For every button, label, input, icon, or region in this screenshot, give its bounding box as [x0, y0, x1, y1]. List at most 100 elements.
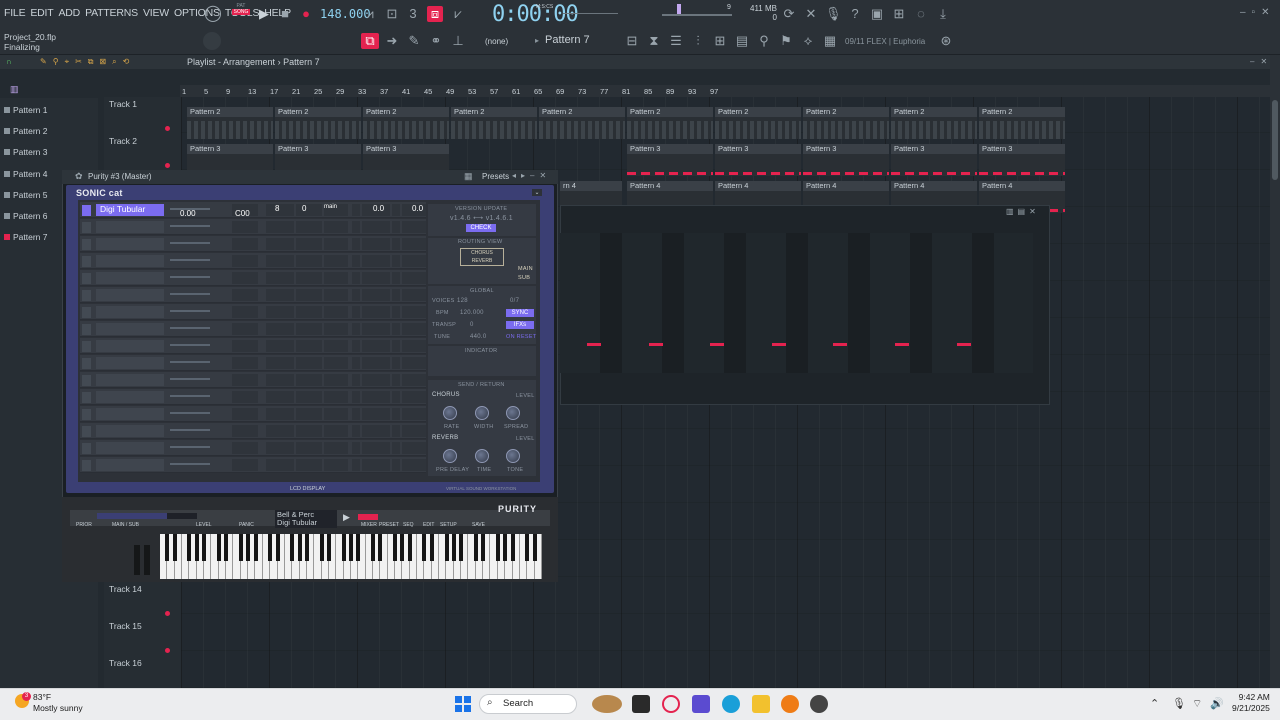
part-out[interactable] [324, 408, 348, 420]
part-transp[interactable] [296, 272, 322, 284]
part-1-out[interactable]: main [324, 204, 337, 210]
step-edit-icon[interactable]: ⧈ [427, 6, 443, 22]
piano-keyboard[interactable] [160, 534, 542, 579]
part-chorus[interactable] [362, 425, 390, 437]
part-pan[interactable] [232, 425, 258, 437]
part-row[interactable] [80, 406, 426, 422]
menu-add[interactable]: ADD [59, 7, 81, 19]
part-pan[interactable] [232, 306, 258, 318]
part-out[interactable] [324, 391, 348, 403]
play-icon[interactable]: ▶ [256, 6, 272, 22]
main-sub-button[interactable]: MAIN / SUB [112, 522, 139, 528]
part-voices[interactable] [266, 272, 294, 284]
part-voices[interactable] [266, 442, 294, 454]
piano-roll-note[interactable] [710, 343, 724, 346]
part-reverb[interactable] [402, 238, 426, 250]
part-chorus-led[interactable] [352, 459, 360, 471]
part-chorus-led[interactable] [352, 357, 360, 369]
master-pitch-slider[interactable] [563, 13, 618, 14]
part-row[interactable] [80, 236, 426, 252]
part-preset-slot[interactable] [96, 272, 164, 284]
flex-icon[interactable]: ⊛ [938, 33, 954, 49]
part-chorus[interactable] [362, 408, 390, 420]
pattern-clip[interactable]: Pattern 3 [715, 144, 801, 176]
part-row[interactable] [80, 253, 426, 269]
track-led[interactable] [165, 611, 170, 616]
part-out[interactable] [324, 255, 348, 267]
black-key[interactable] [290, 534, 295, 561]
track-label[interactable]: Track 15 [109, 621, 142, 631]
part-reverb-led[interactable] [392, 272, 400, 284]
volume-icon[interactable]: 🔊 [1210, 697, 1224, 710]
pattern-item[interactable]: Pattern 4 [4, 169, 48, 179]
part-out[interactable] [324, 340, 348, 352]
part-pan[interactable] [232, 289, 258, 301]
part-reverb[interactable] [402, 289, 426, 301]
black-key[interactable] [275, 534, 280, 561]
countdown-icon[interactable]: 3 [405, 6, 421, 22]
part-reverb-led[interactable] [392, 306, 400, 318]
piano-roll-icon[interactable]: ⧗ [646, 33, 662, 49]
part-chorus-led[interactable] [352, 425, 360, 437]
part-voices[interactable] [266, 238, 294, 250]
master-volume-slider[interactable] [662, 14, 732, 16]
black-key[interactable] [246, 534, 251, 561]
piano-roll-note[interactable] [587, 343, 601, 346]
part-level-slider[interactable] [170, 429, 210, 431]
part-reverb[interactable] [402, 306, 426, 318]
part-reverb-led[interactable] [392, 391, 400, 403]
black-key[interactable] [400, 534, 405, 561]
part-reverb[interactable] [402, 408, 426, 420]
black-key[interactable] [525, 534, 530, 561]
part-level-slider[interactable] [170, 412, 210, 414]
part-reverb[interactable] [402, 221, 426, 233]
part-level-slider[interactable] [170, 310, 210, 312]
mixer-led[interactable] [358, 514, 378, 520]
timeline-ruler[interactable]: 1 5 9 13 17 21 25 29 33 37 41 45 49 53 57 61 65 69 73 77 81 8… [180, 85, 1270, 97]
part-pan[interactable] [232, 340, 258, 352]
snap-selector[interactable]: (none) [485, 37, 508, 46]
pattern-clip[interactable]: Pattern 2 [363, 107, 449, 139]
part-chorus-led[interactable] [352, 204, 360, 216]
main-sub-level-meter[interactable] [97, 513, 197, 519]
part-out[interactable] [324, 306, 348, 318]
part-voices[interactable] [266, 255, 294, 267]
part-level-slider[interactable] [170, 242, 210, 244]
part-transp[interactable] [296, 391, 322, 403]
scrollbar-thumb[interactable] [1272, 100, 1278, 180]
part-chorus-led[interactable] [352, 238, 360, 250]
part-preset-slot[interactable] [96, 340, 164, 352]
part-voices[interactable] [266, 357, 294, 369]
part-level-slider[interactable] [170, 327, 210, 329]
part-voices[interactable] [266, 306, 294, 318]
part-chorus-led[interactable] [352, 221, 360, 233]
download-icon[interactable]: ⤓ [935, 6, 951, 22]
part-reverb[interactable] [402, 340, 426, 352]
part-out[interactable] [324, 357, 348, 369]
windows-start-icon[interactable] [455, 696, 471, 712]
panic-button[interactable]: PANIC [239, 522, 254, 528]
part-reverb-led[interactable] [392, 442, 400, 454]
reverb-predelay-knob[interactable] [443, 449, 457, 463]
pattern-item[interactable]: Pattern 3 [4, 147, 48, 157]
part-out[interactable] [324, 374, 348, 386]
black-key[interactable] [503, 534, 508, 561]
setup-button[interactable]: SETUP [440, 522, 457, 528]
main-knob[interactable] [203, 32, 221, 50]
black-key[interactable] [429, 534, 434, 561]
volume-handle[interactable] [677, 4, 681, 14]
track-label[interactable]: Track 14 [109, 584, 142, 594]
part-pan[interactable] [232, 238, 258, 250]
part-chorus[interactable] [362, 289, 390, 301]
track-label[interactable]: Track 2 [109, 136, 137, 146]
part-transp[interactable] [296, 357, 322, 369]
black-key[interactable] [194, 534, 199, 561]
pattern-item[interactable]: Pattern 6 [4, 211, 48, 221]
wait-input-icon[interactable]: ⊡ [384, 6, 400, 22]
part-transp[interactable] [296, 238, 322, 250]
part-reverb[interactable] [402, 442, 426, 454]
part-transp[interactable] [296, 221, 322, 233]
black-key[interactable] [532, 534, 537, 561]
pattern-item[interactable]: Pattern 5 [4, 190, 48, 200]
part-row[interactable] [80, 372, 426, 388]
